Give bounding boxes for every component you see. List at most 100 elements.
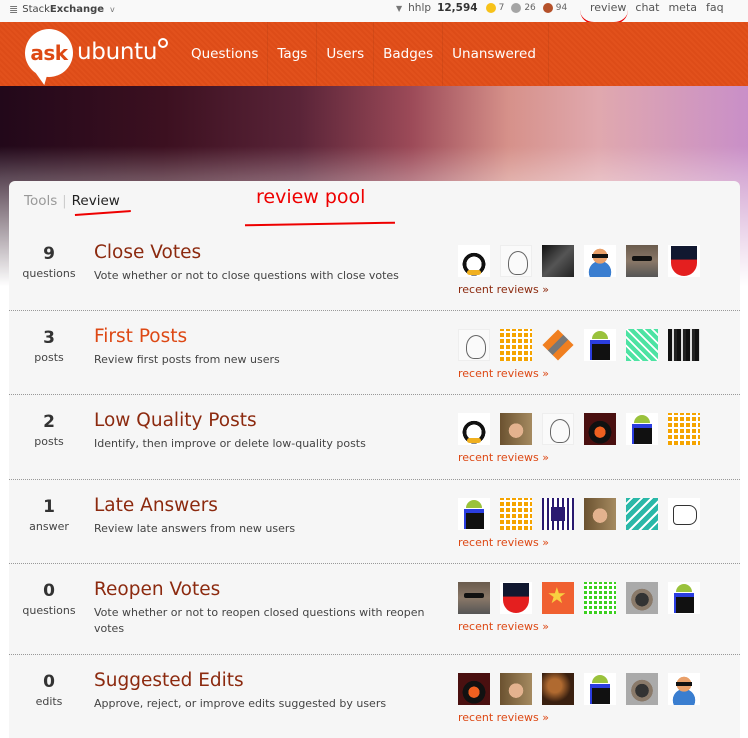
nav-questions[interactable]: Questions [182, 22, 269, 86]
reviewer-avatar-android[interactable] [458, 498, 490, 530]
queue-title-link[interactable]: Close Votes [94, 242, 201, 263]
reviewer-avatar-boy-photo[interactable] [500, 673, 532, 705]
queue-title-link[interactable]: Low Quality Posts [94, 410, 257, 431]
reputation: 12,594 [437, 2, 478, 14]
reviewer-avatar-orange-identicon[interactable] [500, 329, 532, 361]
reviewer-avatar-navy-identicon[interactable] [542, 498, 574, 530]
recent-reviews-link[interactable]: recent reviews » [458, 451, 549, 464]
reviewer-avatar-green-identicon[interactable] [584, 582, 616, 614]
queue-description: Review first posts from new users [94, 353, 280, 366]
faq-link[interactable]: faq [706, 1, 724, 14]
reviewer-avatar-bird-photo[interactable] [584, 413, 616, 445]
queue-description: Review late answers from new users [94, 522, 296, 535]
nav-users[interactable]: Users [317, 22, 375, 86]
username-link[interactable]: hhlp [408, 2, 431, 14]
reviewer-avatars [458, 245, 700, 277]
reviewer-avatar-sketch-face[interactable] [458, 329, 490, 361]
reviewer-avatar-well-photo[interactable] [626, 673, 658, 705]
reviewer-avatar-well-photo[interactable] [626, 582, 658, 614]
recent-reviews-link[interactable]: recent reviews » [458, 283, 549, 296]
stackexchange-menu[interactable]: ≣ StackExchange v [9, 3, 115, 16]
reviewer-avatar-red-shield[interactable] [668, 245, 700, 277]
queue-description: Vote whether or not to close questions w… [94, 269, 399, 282]
reviewer-avatar-red-shield[interactable] [500, 582, 532, 614]
reviewer-avatar-sunglasses-photo[interactable] [626, 245, 658, 277]
reviewer-avatar-penguin[interactable] [458, 413, 490, 445]
queue-count-unit: edits [35, 695, 63, 708]
reviewer-avatar-teal-identicon-2[interactable] [626, 498, 658, 530]
stackexchange-icon: ≣ [9, 3, 19, 16]
reviewer-avatar-android[interactable] [626, 413, 658, 445]
reviewer-avatar-dark-photo[interactable] [542, 245, 574, 277]
review-queue-row: 2 posts Low Quality Posts Identify, then im… [9, 394, 740, 479]
reviewer-avatar-cartoon-sunglasses[interactable] [668, 673, 700, 705]
reviewer-avatar-penguin[interactable] [458, 245, 490, 277]
recent-reviews-link[interactable]: recent reviews » [458, 620, 549, 633]
queue-title-link[interactable]: Suggested Edits [94, 670, 244, 691]
tab-review[interactable]: Review [72, 193, 120, 209]
queue-count: 2 [43, 412, 55, 432]
nav-unanswered[interactable]: Unanswered [443, 22, 549, 86]
gold-badge-icon [485, 3, 496, 13]
askubuntu-logo[interactable]: ask ubuntu [25, 29, 169, 77]
queue-title-link[interactable]: Late Answers [94, 495, 218, 516]
reviewer-avatar-boy-photo[interactable] [500, 413, 532, 445]
reviewer-avatar-android[interactable] [584, 329, 616, 361]
subtabs: Tools | Review [24, 193, 120, 209]
meta-link[interactable]: meta [668, 1, 697, 14]
queue-description: Approve, reject, or improve edits sugges… [94, 697, 387, 710]
queue-count-unit: answer [29, 520, 69, 533]
reviewer-avatar-fist[interactable] [668, 498, 700, 530]
recent-reviews-link[interactable]: recent reviews » [458, 711, 549, 724]
bronze-badge-icon [542, 3, 553, 13]
reviewer-avatar-star-avatar[interactable] [542, 582, 574, 614]
queue-count-unit: posts [34, 435, 64, 448]
reviewer-avatar-sketch-face[interactable] [542, 413, 574, 445]
queue-count-unit: posts [34, 351, 64, 364]
reviewer-avatar-mushroom-photo[interactable] [542, 673, 574, 705]
reviewer-avatars [458, 673, 700, 705]
inbox-dropdown-icon[interactable]: ▼ [396, 4, 402, 13]
review-queue-row: 9 questions Close Votes Vote whether or not… [9, 241, 740, 310]
reviewer-avatar-android[interactable] [668, 582, 700, 614]
queue-count: 1 [43, 497, 55, 517]
reviewer-avatar-orange-identicon[interactable] [668, 413, 700, 445]
reviewer-avatar-teal-identicon[interactable] [626, 329, 658, 361]
chat-link[interactable]: chat [635, 1, 659, 14]
tab-tools[interactable]: Tools [24, 193, 57, 209]
logo-ubuntu-text: ubuntu [77, 38, 169, 65]
review-queue-row: 0 questions Reopen Votes Vote whether or no… [9, 563, 740, 654]
queue-description: Identify, then improve or delete low-qua… [94, 437, 366, 450]
review-queue-row: 0 edits Suggested Edits Approve, reject, or… [9, 654, 740, 738]
reviewer-avatar-bw-photo[interactable] [668, 329, 700, 361]
recent-reviews-link[interactable]: recent reviews » [458, 536, 549, 549]
main-nav: Questions Tags Users Badges Unanswered [182, 22, 549, 86]
queue-count-unit: questions [22, 604, 76, 617]
nav-badges[interactable]: Badges [374, 22, 444, 86]
reviewer-avatar-sketch-face[interactable] [500, 245, 532, 277]
annotation-underline-tab [74, 210, 132, 220]
reviewer-avatar-orange-diamond[interactable] [542, 329, 574, 361]
reviewer-avatar-orange-identicon[interactable] [500, 498, 532, 530]
queue-title-link[interactable]: Reopen Votes [94, 579, 220, 600]
reviewer-avatars [458, 498, 700, 530]
queue-count-unit: questions [22, 267, 76, 280]
reviewer-avatar-boy-photo[interactable] [584, 498, 616, 530]
reviewer-avatar-android[interactable] [584, 673, 616, 705]
reviewer-avatars [458, 413, 700, 445]
reviewer-avatars [458, 329, 700, 361]
queue-count: 3 [43, 328, 55, 348]
recent-reviews-link[interactable]: recent reviews » [458, 367, 549, 380]
queue-title-link[interactable]: First Posts [94, 326, 187, 347]
review-queue-row: 3 posts First Posts Review first posts from… [9, 310, 740, 394]
nav-tags[interactable]: Tags [268, 22, 318, 86]
reviewer-avatar-cartoon-sunglasses[interactable] [584, 245, 616, 277]
review-queue-row: 1 answer Late Answers Review late answers f… [9, 479, 740, 563]
bronze-badge-count: 94 [555, 3, 568, 13]
reviewer-avatar-bird-photo[interactable] [458, 673, 490, 705]
gold-badge-count: 7 [498, 3, 505, 13]
reviewer-avatar-sunglasses-photo[interactable] [458, 582, 490, 614]
annotation-label: review pool [256, 186, 366, 208]
queue-count: 0 [43, 581, 55, 601]
ubuntu-circle-icon [158, 38, 169, 48]
